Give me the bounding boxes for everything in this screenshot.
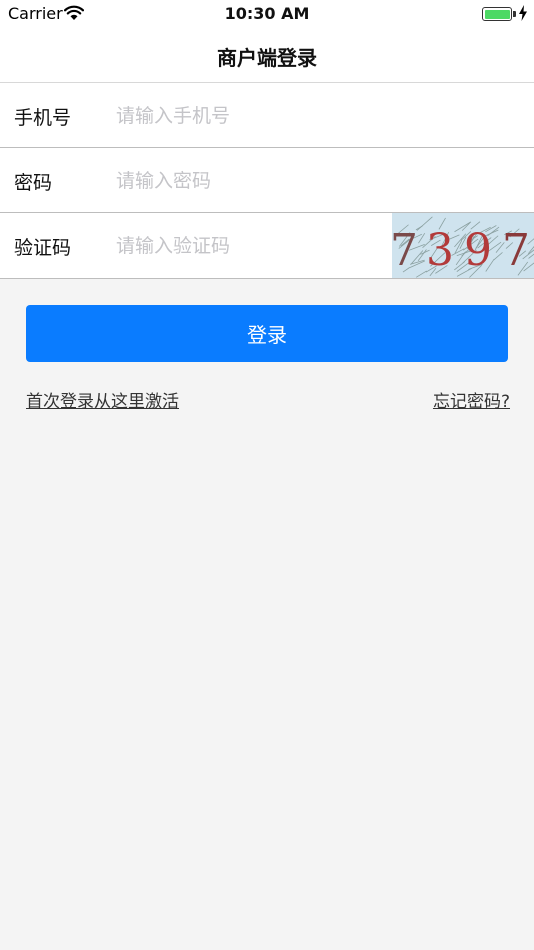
page-title: 商户端登录 (217, 46, 317, 70)
nav-bar: 商户端登录 (0, 28, 534, 83)
phone-row: 手机号 (0, 83, 534, 148)
login-button[interactable]: 登录 (26, 305, 508, 362)
charging-bolt-icon (519, 5, 527, 21)
captcha-char: 7 (392, 225, 418, 276)
captcha-noise: 7397 (392, 213, 534, 278)
captcha-input[interactable] (116, 229, 376, 263)
password-label: 密码 (14, 172, 53, 194)
phone-input[interactable] (116, 99, 376, 133)
password-row: 密码 (0, 148, 534, 213)
status-bar: Carrier 10:30 AM (0, 0, 534, 28)
password-input[interactable] (116, 164, 376, 198)
battery-level (484, 9, 510, 19)
forgot-password-link[interactable]: 忘记密码? (433, 387, 510, 412)
phone-label: 手机号 (14, 107, 72, 129)
captcha-char: 9 (464, 225, 492, 276)
captcha-row: 验证码 7397 (0, 213, 534, 279)
status-time: 10:30 AM (224, 4, 310, 23)
battery-icon (482, 7, 512, 21)
battery-cap (513, 11, 516, 17)
captcha-char: 7 (502, 225, 530, 276)
captcha-image[interactable]: 7397 (392, 213, 534, 278)
activate-link[interactable]: 首次登录从这里激活 (26, 387, 179, 412)
captcha-char: 3 (426, 225, 454, 276)
captcha-label: 验证码 (14, 237, 72, 259)
